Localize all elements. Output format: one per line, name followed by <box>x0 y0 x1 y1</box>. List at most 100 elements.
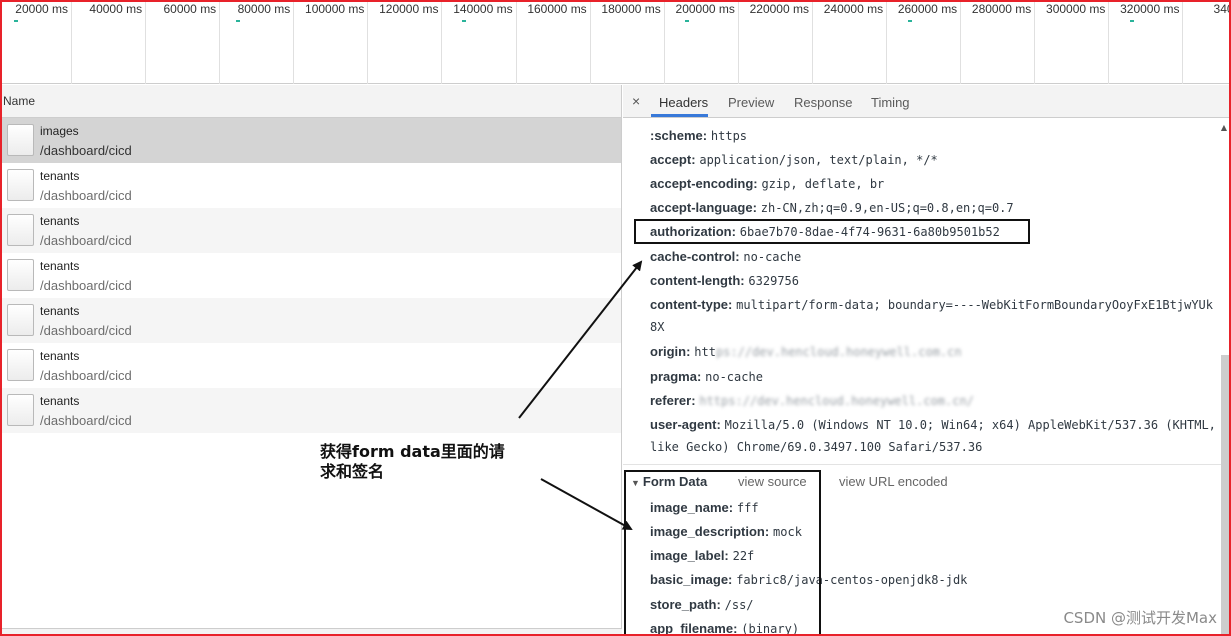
request-path: /dashboard/cicd <box>40 413 132 428</box>
request-path: /dashboard/cicd <box>40 323 132 338</box>
request-row[interactable]: tenants/dashboard/cicd <box>2 163 621 208</box>
timeline-tick-label: 20000 ms <box>15 2 68 16</box>
request-row[interactable]: tenants/dashboard/cicd <box>2 343 621 388</box>
header-key: pragma: <box>650 369 702 384</box>
header-line: accept-language: zh-CN,zh;q=0.9,en-US;q=… <box>650 200 1014 215</box>
request-name: tenants <box>40 394 80 408</box>
authorization-highlight-box <box>634 219 1030 244</box>
timeline-tick: 80000 ms <box>220 2 295 84</box>
redacted-header-value: https://dev.hencloud.honeywell.com.cn/ <box>699 394 974 408</box>
header-value: 8X <box>650 320 665 334</box>
header-line: pragma: no-cache <box>650 369 763 384</box>
tab-headers[interactable]: Headers <box>659 95 708 110</box>
timeline-tick-label: 240000 ms <box>823 2 884 16</box>
request-name: tenants <box>40 259 80 273</box>
form-data-highlight-box <box>624 470 821 634</box>
header-key: accept: <box>650 152 696 167</box>
tab-timing[interactable]: Timing <box>871 95 910 110</box>
request-name: images <box>40 124 79 138</box>
header-line: 8X <box>650 320 664 334</box>
header-value: zh-CN,zh;q=0.9,en-US;q=0.8,en;q=0.7 <box>760 201 1014 215</box>
request-row[interactable]: tenants/dashboard/cicd <box>2 253 621 298</box>
request-name: tenants <box>40 214 80 228</box>
timeline-tick-label: 220000 ms <box>749 2 809 16</box>
document-icon <box>7 304 34 336</box>
header-value: gzip, deflate, br <box>761 177 885 191</box>
name-column-label: Name <box>3 94 36 108</box>
status-bar <box>2 628 622 634</box>
header-value: like Gecko) Chrome/69.0.3497.100 Safari/… <box>650 440 983 454</box>
document-icon <box>7 349 34 381</box>
header-key: :scheme: <box>650 128 708 143</box>
timeline-request-mark <box>685 20 689 22</box>
timeline-overview[interactable]: 20000 ms 40000 ms 60000 ms 80000 ms 100000 m… <box>0 2 1231 84</box>
request-details-pane: × Headers Preview Response Timing :schem… <box>623 85 1229 634</box>
watermark: CSDN @测试开发Max <box>1063 609 1217 627</box>
timeline-tick-label: 320000 ms <box>1120 2 1180 16</box>
header-line: origin: https://dev.hencloud.honeywell.c… <box>650 344 962 359</box>
header-key: accept-language: <box>650 200 757 215</box>
timeline-tick: 160000 ms <box>517 2 591 84</box>
section-divider <box>623 464 1223 465</box>
timeline-request-mark <box>14 20 18 22</box>
timeline-tick-label: 160000 ms <box>527 2 587 16</box>
request-row[interactable]: tenants/dashboard/cicd <box>2 298 621 343</box>
request-path: /dashboard/cicd <box>40 188 132 203</box>
timeline-tick: 180000 ms <box>591 2 665 84</box>
header-value: no-cache <box>705 370 763 384</box>
vertical-scrollbar-thumb[interactable] <box>1221 355 1229 634</box>
timeline-tick-label: 60000 ms <box>163 2 217 16</box>
header-line: content-length: 6329756 <box>650 273 799 288</box>
scroll-up-arrow-icon[interactable]: ▲ <box>1221 123 1227 132</box>
timeline-tick: 200000 ms <box>665 2 739 84</box>
timeline-tick-label: 300000 ms <box>1046 2 1106 16</box>
timeline-tick: 100000 ms <box>294 2 369 84</box>
timeline-tick: 220000 ms <box>739 2 813 84</box>
header-value: multipart/form-data; boundary=----WebKit… <box>736 298 1213 312</box>
header-line: cache-control: no-cache <box>650 249 801 264</box>
timeline-tick: 60000 ms <box>146 2 221 84</box>
tab-preview[interactable]: Preview <box>728 95 774 110</box>
header-value: https <box>710 129 748 143</box>
header-key: origin: <box>650 344 691 359</box>
name-column-header[interactable]: Name <box>2 85 621 118</box>
redacted-header-value: ps://dev.hencloud.honeywell.com.cn <box>715 345 962 359</box>
timeline-tick: 20000 ms <box>0 2 72 84</box>
request-row[interactable]: tenants/dashboard/cicd <box>2 208 621 253</box>
header-value: htt <box>694 345 716 359</box>
header-key: accept-encoding: <box>650 176 758 191</box>
request-path: /dashboard/cicd <box>40 368 132 383</box>
header-value: application/json, text/plain, */* <box>699 153 938 167</box>
header-line: accept: application/json, text/plain, */… <box>650 152 938 167</box>
timeline-tick-label: 140000 ms <box>453 2 513 16</box>
timeline-tick: 40000 ms <box>72 2 147 84</box>
timeline-tick-label: 280000 ms <box>971 2 1032 16</box>
request-row[interactable]: images/dashboard/cicd <box>2 118 621 163</box>
timeline-tick-label: 200000 ms <box>675 2 735 16</box>
request-path: /dashboard/cicd <box>40 143 132 158</box>
header-value: Mozilla/5.0 (Windows NT 10.0; Win64; x64… <box>724 418 1216 432</box>
timeline-tick-label: 80000 ms <box>237 2 291 16</box>
request-path: /dashboard/cicd <box>40 233 132 248</box>
document-icon <box>7 259 34 291</box>
timeline-request-mark <box>236 20 240 22</box>
header-key: content-type: <box>650 297 733 312</box>
header-line: user-agent: Mozilla/5.0 (Windows NT 10.0… <box>650 417 1216 432</box>
timeline-tick-label: 100000 ms <box>305 2 365 16</box>
request-list-pane: Name images/dashboard/cicd tenants/dashbo… <box>2 85 622 634</box>
timeline-tick: 280000 ms <box>961 2 1036 84</box>
timeline-tick: 300000 ms <box>1035 2 1110 84</box>
timeline-request-mark <box>908 20 912 22</box>
request-name: tenants <box>40 349 80 363</box>
timeline-request-mark <box>462 20 466 22</box>
timeline-tick-label: 40000 ms <box>89 2 143 16</box>
header-line: referer: https://dev.hencloud.honeywell.… <box>650 393 974 408</box>
close-icon[interactable]: × <box>632 93 640 109</box>
timeline-tick: 340000 <box>1184 2 1231 84</box>
tab-response[interactable]: Response <box>794 95 853 110</box>
view-url-encoded-link[interactable]: view URL encoded <box>839 474 948 489</box>
header-line: :scheme: https <box>650 128 747 143</box>
document-icon <box>7 169 34 201</box>
request-row[interactable]: tenants/dashboard/cicd <box>2 388 621 433</box>
timeline-tick-label: 180000 ms <box>601 2 661 16</box>
